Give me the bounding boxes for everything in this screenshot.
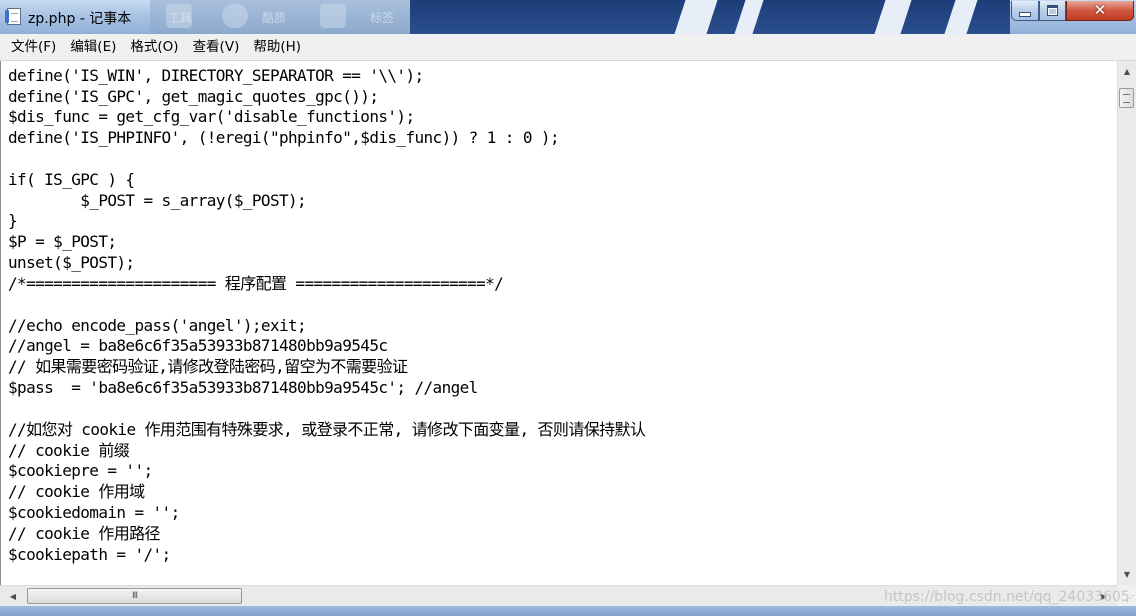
background-label: 工具 xyxy=(168,11,193,25)
code-line: //echo encode_pass('angel');exit; xyxy=(8,316,307,335)
code-line: $pass = 'ba8e6c6f35a53933b871480bb9a9545… xyxy=(8,378,478,397)
code-line: define('IS_PHPINFO', (!eregi("phpinfo",$… xyxy=(8,128,560,147)
scroll-down-button[interactable]: ▼ xyxy=(1118,566,1136,583)
horizontal-scroll-thumb[interactable]: III xyxy=(27,588,242,604)
vertical-scroll-thumb[interactable] xyxy=(1119,88,1134,108)
scroll-grip-icon: III xyxy=(132,591,138,601)
code-line: $cookiedomain = ''; xyxy=(8,503,180,522)
menu-view[interactable]: 查看(V) xyxy=(186,34,247,61)
minimize-icon xyxy=(1019,11,1031,17)
code-line: if( IS_GPC ) { xyxy=(8,170,135,189)
maximize-icon xyxy=(1047,5,1058,16)
background-app-icon xyxy=(222,4,248,28)
menu-format[interactable]: 格式(O) xyxy=(123,34,185,61)
menu-bar: 文件(F) 编辑(E) 格式(O) 查看(V) 帮助(H) xyxy=(0,34,1136,61)
code-line: //如您对 cookie 作用范围有特殊要求, 或登录不正常, 请修改下面变量,… xyxy=(8,420,646,439)
notepad-icon[interactable] xyxy=(5,8,21,25)
scroll-left-button[interactable]: ◀ xyxy=(4,586,22,606)
background-label: 标签 xyxy=(370,11,395,25)
arrow-down-icon: ▼ xyxy=(1123,570,1131,579)
background-label: 酷质 xyxy=(262,11,287,25)
code-line: $cookiepre = ''; xyxy=(8,461,153,480)
minimize-button[interactable] xyxy=(1011,1,1039,21)
window-title: zp.php - 记事本 xyxy=(28,11,132,27)
scroll-up-button[interactable]: ▲ xyxy=(1118,63,1136,80)
menu-file[interactable]: 文件(F) xyxy=(4,34,63,61)
menu-edit[interactable]: 编辑(E) xyxy=(63,34,123,61)
background-wallpaper xyxy=(410,0,1010,34)
code-line: $dis_func = get_cfg_var('disable_functio… xyxy=(8,107,415,126)
code-line: /*===================== 程序配置 ===========… xyxy=(8,274,504,293)
arrow-up-icon: ▲ xyxy=(1123,67,1131,76)
vertical-scrollbar[interactable]: ▲ ▼ xyxy=(1117,61,1136,585)
code-line: } xyxy=(8,211,18,230)
code-line: $P = $_POST; xyxy=(8,232,117,251)
arrow-left-icon: ◀ xyxy=(9,591,17,601)
code-line: define('IS_WIN', DIRECTORY_SEPARATOR == … xyxy=(8,66,424,85)
background-app-icon xyxy=(320,4,346,28)
menu-help[interactable]: 帮助(H) xyxy=(246,34,308,61)
code-line: $cookiepath = '/'; xyxy=(8,545,171,564)
code-line: define('IS_GPC', get_magic_quotes_gpc())… xyxy=(8,87,379,106)
code-line: // 如果需要密码验证,请修改登陆密码,留空为不需要验证 xyxy=(8,357,408,376)
close-icon: ✕ xyxy=(1093,1,1107,19)
text-editor[interactable]: define('IS_WIN', DIRECTORY_SEPARATOR == … xyxy=(0,61,1117,585)
code-line: // cookie 作用路径 xyxy=(8,524,161,543)
code-line: $_POST = s_array($_POST); xyxy=(8,191,307,210)
close-button[interactable]: ✕ xyxy=(1066,1,1134,21)
watermark: https://blog.csdn.net/qq_24033605 xyxy=(884,589,1130,605)
code-line: //angel = ba8e6c6f35a53933b871480bb9a954… xyxy=(8,336,388,355)
window-frame-bottom xyxy=(0,606,1136,616)
code-line: // cookie 作用域 xyxy=(8,482,145,501)
code-line: // cookie 前缀 xyxy=(8,441,130,460)
code-line: unset($_POST); xyxy=(8,253,135,272)
title-bar[interactable]: 工具 酷质 标签 zp.php - 记事本 ✕ xyxy=(0,0,1136,34)
maximize-button[interactable] xyxy=(1039,1,1066,21)
